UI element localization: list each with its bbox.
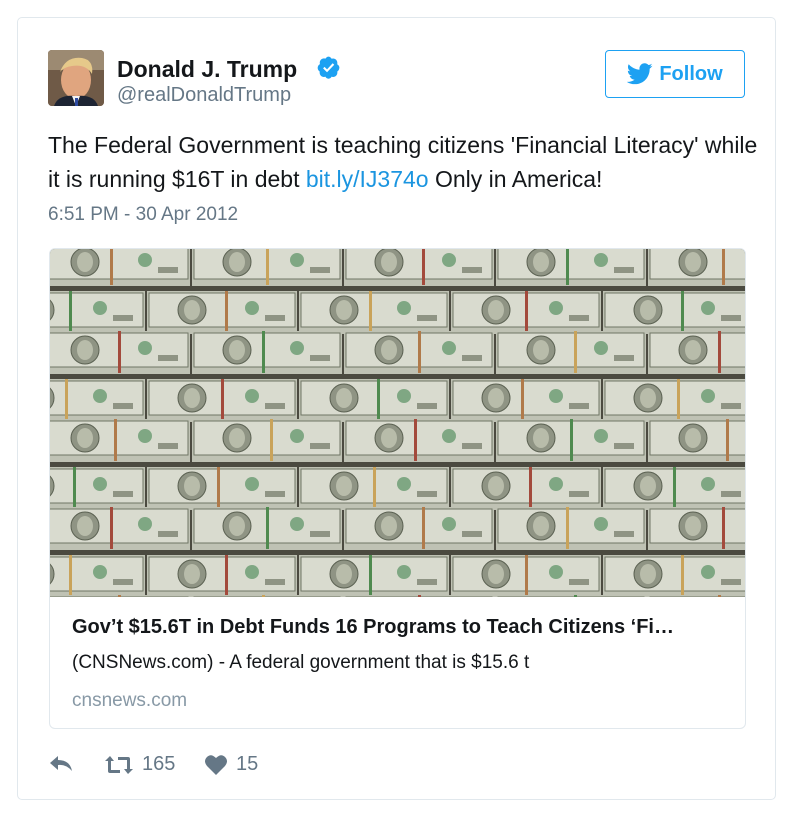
reply-button[interactable] <box>48 753 74 775</box>
follow-button[interactable]: Follow <box>605 50 745 98</box>
banknote-stack <box>603 467 745 510</box>
follow-label: Follow <box>659 62 723 85</box>
tweet-link[interactable]: bit.ly/IJ374o <box>306 166 429 192</box>
banknote-stack <box>50 467 145 510</box>
banknote-stack <box>344 331 494 374</box>
banknote-stack <box>147 467 297 510</box>
like-count: 15 <box>236 753 259 775</box>
banknote-stack <box>603 291 745 334</box>
banknote-stack <box>299 467 449 510</box>
banknote-stack <box>50 291 145 334</box>
banknote-stack <box>50 555 145 597</box>
banknote-stack <box>648 249 745 286</box>
banknote-stack <box>648 331 745 374</box>
banknote-stack <box>147 379 297 422</box>
banknote-stack <box>648 507 745 550</box>
banknote-stack <box>648 595 745 597</box>
banknote-stack <box>50 249 190 286</box>
author-name[interactable]: Donald J. Trump <box>117 56 297 83</box>
twitter-bird-icon <box>627 63 653 85</box>
banknote-stack <box>603 555 745 597</box>
banknote-stack <box>451 379 601 422</box>
banknote-stack <box>192 595 342 597</box>
retweet-button[interactable]: 165 <box>104 753 175 776</box>
like-button[interactable]: 15 <box>204 753 258 776</box>
banknote-stack <box>50 331 190 374</box>
banknote-stack <box>147 555 297 597</box>
banknote-stack <box>50 379 145 422</box>
banknote-stack <box>451 291 601 334</box>
banknote-stack <box>50 595 190 597</box>
retweet-icon <box>105 755 133 774</box>
banknote-stack <box>451 467 601 510</box>
banknote-stack <box>192 419 342 462</box>
card-image[interactable] <box>50 249 746 597</box>
banknote-stack <box>50 419 190 462</box>
banknote-stack <box>192 331 342 374</box>
tweet-text-end: Only in America! <box>428 166 603 192</box>
link-card[interactable]: Gov’t $15.6T in Debt Funds 16 Programs t… <box>49 248 746 729</box>
banknote-stack <box>496 249 646 286</box>
banknote-stack <box>299 555 449 597</box>
tweet-text: The Federal Government is teaching citiz… <box>48 128 758 196</box>
banknote-stack <box>192 249 342 286</box>
reply-icon <box>50 756 72 771</box>
tweet-actions: 165 15 <box>48 753 348 781</box>
banknote-stack <box>496 331 646 374</box>
retweet-count: 165 <box>142 753 176 775</box>
banknote-stack <box>496 507 646 550</box>
tweet-timestamp[interactable]: 6:51 PM - 30 Apr 2012 <box>48 204 238 226</box>
author-handle[interactable]: @realDonaldTrump <box>117 84 291 107</box>
card-domain: cnsnews.com <box>72 690 188 711</box>
banknote-stack <box>344 595 494 597</box>
banknote-stack <box>451 555 601 597</box>
banknote-stack <box>147 291 297 334</box>
banknote-stack <box>344 249 494 286</box>
card-description: (CNSNews.com) - A federal government tha… <box>72 652 530 673</box>
banknote-stack <box>50 507 190 550</box>
banknote-stack <box>299 379 449 422</box>
banknote-stack <box>496 419 646 462</box>
card-title: Gov’t $15.6T in Debt Funds 16 Programs t… <box>72 616 674 638</box>
tweet-card: Donald J. Trump @realDonaldTrump Follow … <box>17 17 776 800</box>
verified-badge-icon <box>317 56 340 79</box>
banknote-stack <box>648 419 745 462</box>
banknote-stack <box>344 419 494 462</box>
banknote-stack <box>496 595 646 597</box>
avatar[interactable] <box>48 50 104 106</box>
banknote-stack <box>299 291 449 334</box>
banknote-stack <box>344 507 494 550</box>
banknote-stack <box>192 507 342 550</box>
banknote-stack <box>603 379 745 422</box>
heart-icon <box>205 754 227 775</box>
